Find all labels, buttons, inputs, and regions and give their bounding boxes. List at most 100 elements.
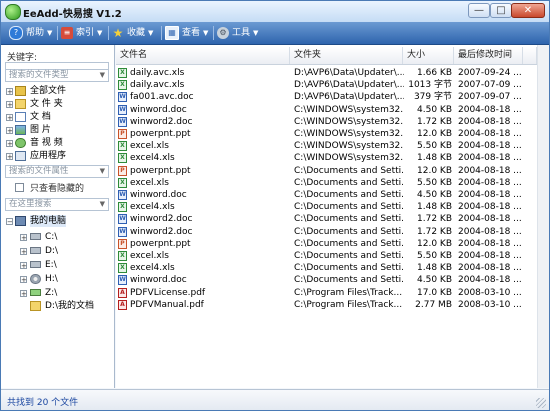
maximize-button[interactable]: □ <box>490 3 512 18</box>
table-row[interactable]: Wwinword2.doc C:\Documents and Setti... 1.… <box>116 213 537 225</box>
tree-drive-e[interactable]: + E:\ <box>1 259 114 271</box>
expand-icon[interactable]: + <box>20 262 27 270</box>
column-header-filler <box>523 47 537 64</box>
cell-modified: 2004-08-18 ... <box>458 263 522 274</box>
toolbar-help[interactable]: ? 帮助 ▼ <box>9 25 52 41</box>
expand-icon[interactable]: + <box>6 140 13 148</box>
tree-my-documents[interactable]: D:\我的文档 <box>1 300 114 312</box>
column-header-modified[interactable]: 最后修改时间 <box>454 47 523 64</box>
cell-modified: 2007-07-09 ... <box>458 80 522 91</box>
table-row[interactable]: A PDFVManual.pdf C:\Program Files\Track...… <box>116 299 537 311</box>
favorite-star-icon: ★ <box>112 25 124 40</box>
tree-drive-d[interactable]: + D:\ <box>1 245 114 257</box>
minimize-button[interactable]: — <box>468 3 490 18</box>
resize-grip-icon[interactable] <box>536 398 546 408</box>
drive-label: Z:\ <box>45 288 58 298</box>
pdf-file-icon: A <box>118 287 127 298</box>
table-row[interactable]: Wwinword2.doc C:\Documents and Setti... 1.… <box>116 226 537 238</box>
expand-icon[interactable]: + <box>6 127 13 135</box>
expand-icon[interactable]: + <box>6 101 13 109</box>
expand-icon[interactable]: + <box>20 234 27 242</box>
tree-root-my-computer[interactable]: − 我的电脑 <box>1 215 114 227</box>
column-header-size[interactable]: 大小 <box>403 47 454 64</box>
expand-icon[interactable]: + <box>20 290 27 298</box>
tree-drive-c[interactable]: + C:\ <box>1 231 114 243</box>
cell-name: winword2.doc <box>130 214 193 225</box>
fileattr-combo[interactable]: 搜索的文件属性 ▼ <box>5 165 109 178</box>
column-header-name[interactable]: 文件名 <box>116 47 290 64</box>
filetype-item-media[interactable]: + 音 视 频 <box>1 137 114 149</box>
table-row[interactable]: Xexcel.xls C:\Documents and Setti... 5.50 … <box>116 177 537 189</box>
scope-combo[interactable]: 在这里搜索 ▼ <box>5 198 109 211</box>
toolbar: ? 帮助 ▼ ≡ 索引 ▼ ★ 收藏 ▼ ▦ 查看 ▼ ⚙ 工具 ▼ <box>1 22 549 45</box>
cell-modified: 2008-03-10 ... <box>458 287 522 298</box>
expand-icon[interactable]: + <box>20 276 27 284</box>
expand-icon[interactable]: + <box>20 248 27 256</box>
expand-icon[interactable]: + <box>6 153 13 161</box>
table-row[interactable]: Wfa001.avc.doc D:\AVP6\Data\Updater\... 37… <box>116 91 537 103</box>
cell-modified: 2004-08-18 ... <box>458 190 522 200</box>
table-row[interactable]: Xexcel4.xls C:\Documents and Setti... 1.48… <box>116 262 537 274</box>
filetype-label: 应用程序 <box>30 151 67 161</box>
table-row[interactable]: Xdaily.avc.xls D:\AVP6\Data\Updater\... 10… <box>116 79 537 91</box>
toolbar-favorites[interactable]: ★ 收藏 ▼ <box>112 25 154 41</box>
table-row[interactable]: Ppowerpnt.ppt C:\WINDOWS\system32... 12.0 … <box>116 128 537 140</box>
collapse-icon[interactable]: − <box>6 218 13 226</box>
cell-size: 1.48 KB <box>417 263 452 274</box>
table-row[interactable]: A PDFVLicense.pdf C:\Program Files\Track..… <box>116 287 537 299</box>
tree-drive-h[interactable]: + H:\ <box>1 273 114 285</box>
table-row[interactable]: Wwinword.doc C:\WINDOWS\system32... 4.50 K… <box>116 104 537 116</box>
app-logo-icon <box>5 4 21 20</box>
expand-icon[interactable]: + <box>6 114 13 122</box>
filetype-item-app[interactable]: + 应用程序 <box>1 150 114 162</box>
filetype-item-all[interactable]: + 全部文件 <box>1 85 114 97</box>
table-row[interactable]: Ppowerpnt.ppt C:\Documents and Setti... 12… <box>116 238 537 250</box>
ppt-file-icon: P <box>118 165 127 176</box>
document-icon <box>15 112 26 122</box>
table-row[interactable]: Xexcel4.xls C:\WINDOWS\system32... 1.48 KB… <box>116 152 537 164</box>
xls-file-icon: X <box>118 251 127 261</box>
doc-file-icon: W <box>118 214 127 225</box>
cell-modified: 2004-08-18 ... <box>458 214 522 225</box>
filetype-item-image[interactable]: + 图 片 <box>1 124 114 136</box>
xls-file-icon: X <box>118 153 127 164</box>
toolbar-index[interactable]: ≡ 索引 ▼ <box>61 25 102 41</box>
table-row[interactable]: Xexcel.xls C:\WINDOWS\system32... 5.50 KB 2… <box>116 140 537 152</box>
cell-folder: C:\Program Files\Track... <box>294 287 403 298</box>
table-row[interactable]: Wwinword.doc C:\Documents and Setti... 4.5… <box>116 189 537 201</box>
drive-label: C:\ <box>45 232 58 242</box>
status-text: 共找到 20 个文件 <box>7 398 79 408</box>
chevron-down-icon: ▼ <box>99 200 105 208</box>
cell-modified: 2004-08-18 ... <box>458 129 522 139</box>
toolbar-view[interactable]: ▦ 查看 ▼ <box>165 25 208 41</box>
table-row[interactable]: Xexcel4.xls C:\Documents and Setti... 1.48… <box>116 201 537 213</box>
filetype-combo[interactable]: 搜索的文件类型 ▼ <box>5 69 109 82</box>
filetype-item-document[interactable]: + 文 档 <box>1 111 114 123</box>
cell-modified: 2007-09-24 ... <box>458 68 522 78</box>
table-row[interactable]: Ppowerpnt.ppt C:\Documents and Setti... 12… <box>116 165 537 177</box>
table-row[interactable]: Wwinword.doc C:\Documents and Setti... 4.5… <box>116 274 537 286</box>
drive-label: E:\ <box>45 260 57 270</box>
tree-drive-z[interactable]: + Z:\ <box>1 287 114 299</box>
table-row[interactable]: Wwinword2.doc C:\WINDOWS\system32... 1.72 … <box>116 116 537 128</box>
vertical-scrollbar[interactable] <box>537 45 549 388</box>
close-button[interactable]: ✕ <box>511 3 545 18</box>
cell-folder: C:\Documents and Setti... <box>294 226 404 237</box>
toolbar-tools[interactable]: ⚙ 工具 ▼ <box>217 25 258 41</box>
drive-icon <box>30 247 41 254</box>
doc-file-icon: W <box>118 116 127 127</box>
column-header-folder[interactable]: 文件夹 <box>290 47 403 64</box>
hidden-only-label: 只查看隐藏的 <box>30 184 85 194</box>
filetype-item-folder[interactable]: + 文 件 夹 <box>1 98 114 110</box>
cell-name: daily.avc.xls <box>130 68 185 78</box>
cell-name: daily.avc.xls <box>130 80 185 91</box>
expand-icon[interactable]: + <box>6 88 13 96</box>
table-row[interactable]: Xdaily.avc.xls D:\AVP6\Data\Updater\... 1.… <box>116 67 537 79</box>
xls-file-icon: X <box>118 202 127 213</box>
hidden-only-checkbox[interactable] <box>15 183 24 192</box>
title-bar[interactable]: EeAdd-快易搜 V1.2 — □ ✕ <box>1 1 549 23</box>
table-row[interactable]: Xexcel.xls C:\Documents and Setti... 5.50 … <box>116 250 537 262</box>
cell-folder: C:\WINDOWS\system32... <box>294 104 404 115</box>
doc-file-icon: W <box>118 190 127 200</box>
doc-file-icon: W <box>118 275 127 286</box>
